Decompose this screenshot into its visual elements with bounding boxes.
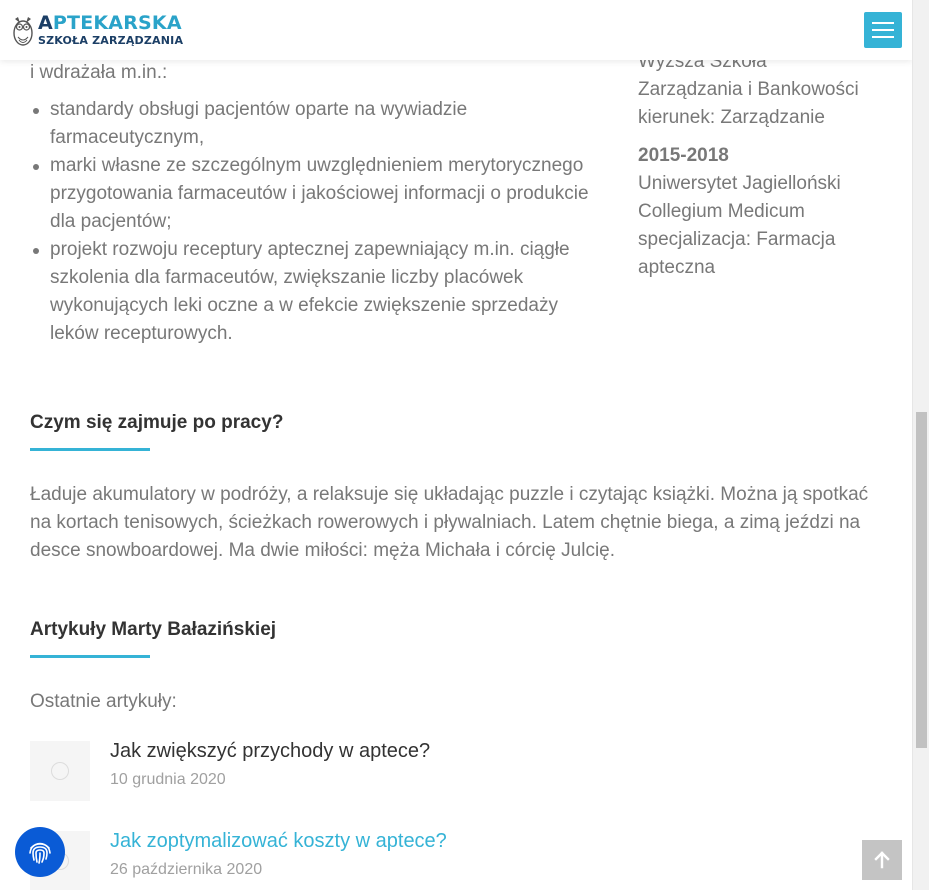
scrollbar[interactable] xyxy=(912,0,929,890)
back-to-top-button[interactable] xyxy=(862,840,902,880)
hamburger-menu-icon xyxy=(872,22,894,24)
arrow-up-icon xyxy=(874,851,890,869)
education-line: kierunek: Zarządzanie xyxy=(638,107,825,128)
loading-spinner-icon xyxy=(51,762,69,780)
fingerprint-icon xyxy=(29,842,51,864)
site-logo[interactable]: APTEKARSKA SZKOŁA ZARZĄDZANIA xyxy=(12,10,183,50)
education-line: apteczna xyxy=(638,257,716,278)
article-item[interactable]: Jak zoptymalizować koszty w aptece? 26 p… xyxy=(30,830,730,890)
education-line: Zarządzania i Bankowości xyxy=(638,79,859,100)
article-date: 10 grudnia 2020 xyxy=(110,771,226,788)
article-title-link[interactable]: Jak zoptymalizować koszty w aptece? xyxy=(110,830,447,853)
education-line: specjalizacja: Farmacja xyxy=(638,229,836,250)
list-item: marki własne ze szczególnym uwzględnieni… xyxy=(30,152,590,236)
education-line: Collegium Medicum xyxy=(638,201,805,222)
after-work-title: Czym się zajmuje po pracy? xyxy=(30,412,284,433)
list-item: projekt rozwoju receptury aptecznej zape… xyxy=(30,236,590,348)
article-item[interactable]: Jak zwiększyć przychody w aptece? 10 gru… xyxy=(30,740,730,801)
after-work-text: Ładuje akumulatory w podróży, a relaksuj… xyxy=(30,484,869,561)
article-date: 26 października 2020 xyxy=(110,861,263,878)
article-thumbnail[interactable] xyxy=(30,741,90,801)
owl-logo-icon xyxy=(13,17,33,46)
education-line: Uniwersytet Jagielloński xyxy=(638,173,841,194)
hamburger-menu-icon-bar xyxy=(872,29,894,31)
education-year: 2015-2018 xyxy=(638,145,729,166)
scrollbar-thumb[interactable] xyxy=(916,412,927,748)
fingerprint-button[interactable] xyxy=(15,827,65,877)
hamburger-menu-icon-bar xyxy=(872,36,894,38)
articles-subtitle: Ostatnie artykuły: xyxy=(30,691,177,712)
section-underline xyxy=(30,448,150,451)
logo-title-initial: A xyxy=(38,12,53,34)
list-item: standardy obsługi pacjentów oparte na wy… xyxy=(30,96,590,152)
site-header: APTEKARSKA SZKOŁA ZARZĄDZANIA xyxy=(0,0,912,60)
logo-title: APTEKARSKA xyxy=(38,14,183,33)
logo-subtitle: SZKOŁA ZARZĄDZANIA xyxy=(38,34,184,47)
logo-wordmark: APTEKARSKA SZKOŁA ZARZĄDZANIA xyxy=(38,14,184,47)
section-underline xyxy=(30,655,150,658)
page: i wdrażała m.in.: standardy obsługi pacj… xyxy=(0,0,912,890)
career-bullet-list: standardy obsługi pacjentów oparte na wy… xyxy=(30,96,590,348)
articles-title: Artykuły Marty Bałazińskiej xyxy=(30,619,277,640)
hamburger-menu-button[interactable] xyxy=(864,12,902,48)
logo-title-rest: PTEKARSKA xyxy=(52,12,182,34)
career-intro: i wdrażała m.in.: xyxy=(30,62,168,83)
article-title-link[interactable]: Jak zwiększyć przychody w aptece? xyxy=(110,740,430,763)
education-column: Wyższa Szkoła Zarządzania i Bankowości k… xyxy=(638,48,898,282)
